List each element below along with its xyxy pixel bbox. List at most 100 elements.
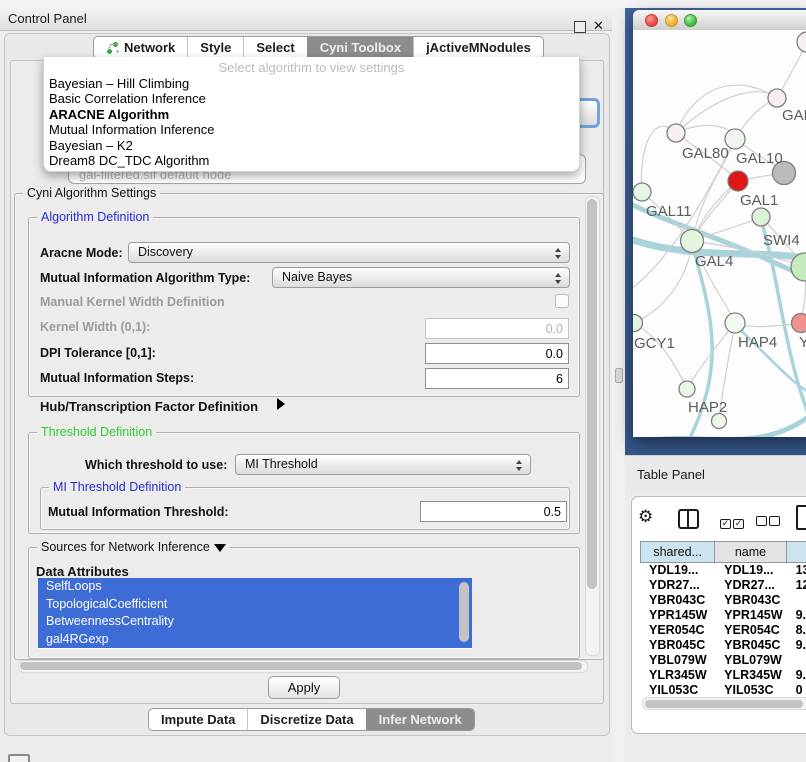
minimize-window-icon[interactable] (665, 14, 678, 27)
table-cell: 0 (787, 683, 806, 696)
attribute-item[interactable]: BetweennessCentrality (38, 613, 472, 631)
expand-right-icon[interactable] (277, 398, 285, 410)
tab-infer-network[interactable]: Infer Network (366, 709, 474, 730)
divider-gripper[interactable] (615, 368, 623, 383)
settings-horizontal-scrollbar-thumb[interactable] (20, 662, 582, 670)
mi-threshold-label: Mutual Information Threshold: (48, 505, 229, 519)
network-node[interactable] (797, 32, 806, 52)
deselect-all-checkboxes-icon[interactable] (756, 514, 782, 529)
table-cell: 12 (787, 578, 806, 593)
table-row[interactable]: YDR27...YDR27...12 (640, 578, 806, 593)
gear-icon[interactable] (638, 507, 653, 527)
network-canvas[interactable]: GALGAL80GAL10GAL1GAL11SWI4GAL4GCY1HAP4YH… (633, 30, 806, 437)
algorithm-option[interactable]: Dream8 DC_TDC Algorithm (44, 153, 579, 168)
dpi-tolerance-label: DPI Tolerance [0,1]: (40, 346, 156, 360)
aracne-mode-combo[interactable]: Discovery (128, 242, 570, 263)
mi-algorithm-type-combo[interactable]: Naive Bayes (272, 267, 570, 288)
application-root: Control Panel ✕ NetworkStyleSelectCyni T… (0, 0, 806, 762)
node-label-gal1: GAL1 (740, 192, 778, 209)
table-row[interactable]: YBR043CYBR043C (640, 593, 806, 608)
table-body: YDL19...YDL19...13YDR27...YDR27...12YBR0… (640, 563, 806, 696)
tab-style[interactable]: Style (187, 37, 243, 58)
control-panel-title: Control Panel (8, 11, 87, 26)
minimized-panel-icon[interactable] (8, 754, 30, 762)
attribute-item[interactable]: SelfLoops (38, 578, 472, 596)
network-node-gal1[interactable] (728, 171, 748, 191)
network-node-gal80[interactable] (667, 124, 685, 142)
export-table-icon[interactable] (796, 505, 806, 530)
close-window-icon[interactable] (645, 14, 658, 27)
table-row[interactable]: YBR045CYBR045C9. (640, 638, 806, 653)
attribute-item[interactable]: gal4RGexp (38, 631, 472, 649)
table-row[interactable]: YLR345WYLR345W9. (640, 668, 806, 683)
table-card: ✓✓ shared...nameAYDL19...YDL19...13YDR27… (631, 496, 806, 734)
table-row[interactable]: YPR145WYPR145W9. (640, 608, 806, 623)
combo-stepper-icon (555, 247, 562, 260)
algorithm-option[interactable]: Mutual Information Inference (44, 122, 579, 137)
select-all-checkboxes-icon[interactable]: ✓✓ (720, 514, 746, 529)
algorithm-option[interactable]: ARACNE Algorithm (44, 107, 579, 122)
kernel-width-label: Kernel Width (0,1): (40, 320, 150, 334)
mi-steps-field[interactable]: 6 (425, 368, 569, 389)
close-panel-icon[interactable]: ✕ (593, 18, 604, 34)
network-node-gcy1[interactable] (633, 315, 643, 332)
mi-threshold-field[interactable]: 0.5 (420, 501, 567, 522)
table-cell: YLR345W (715, 668, 786, 683)
tab-discretize-data[interactable]: Discretize Data (247, 709, 365, 730)
manual-kernel-checkbox[interactable] (555, 294, 569, 308)
network-window-titlebar[interactable] (633, 10, 806, 31)
node-table[interactable]: shared...nameAYDL19...YDL19...13YDR27...… (640, 541, 806, 696)
threshold-definition-title: Threshold Definition (37, 425, 156, 439)
algorithm-option[interactable]: Bayesian – K2 (44, 138, 579, 153)
hub-definition-label[interactable]: Hub/Transcription Factor Definition (40, 399, 258, 414)
tab-impute-data[interactable]: Impute Data (149, 709, 247, 730)
algorithm-option[interactable]: Basic Correlation Inference (44, 91, 579, 106)
network-node-y[interactable] (792, 314, 806, 333)
attr-list-scrollbar[interactable] (459, 582, 469, 642)
table-horizontal-scrollbar[interactable] (642, 697, 806, 710)
data-attributes-list[interactable]: SelfLoopsTopologicalCoefficientBetweenne… (38, 578, 472, 649)
zoom-window-icon[interactable] (684, 14, 697, 27)
algorithm-option[interactable]: Bayesian – Hill Climbing (44, 76, 579, 91)
table-horizontal-scrollbar-thumb[interactable] (645, 700, 803, 708)
table-row[interactable]: YIL053CYIL053C0 (640, 683, 806, 696)
table-cell: YDL19... (640, 563, 715, 578)
network-node-hap2[interactable] (679, 381, 695, 397)
tab-cyni-toolbox[interactable]: Cyni Toolbox (307, 37, 413, 58)
tab-network[interactable]: Network (94, 37, 187, 58)
which-threshold-combo[interactable]: MI Threshold (235, 454, 531, 475)
kernel-width-field[interactable]: 0.0 (425, 318, 569, 339)
network-node-swi4[interactable] (752, 208, 770, 226)
table-cell: YBL079W (715, 653, 786, 668)
node-label-swi4: SWI4 (763, 232, 800, 249)
table-row[interactable]: YER054CYER054C8. (640, 623, 806, 638)
split-divider[interactable] (612, 8, 625, 762)
table-column-header[interactable]: A (787, 541, 806, 563)
attribute-item[interactable]: TopologicalCoefficient (38, 596, 472, 614)
tab-jactivemnodules[interactable]: jActiveMNodules (413, 37, 543, 58)
algorithm-dropdown-list: Select algorithm to view settings Bayesi… (43, 57, 580, 172)
bottom-tab-bar: Impute DataDiscretize DataInfer Network (148, 708, 475, 731)
table-cell: 9. (787, 638, 806, 653)
network-node-hap4[interactable] (725, 313, 745, 333)
table-cell: 9. (787, 668, 806, 683)
table-row[interactable]: YDL19...YDL19...13 (640, 563, 806, 578)
table-cell: 8. (787, 623, 806, 638)
dpi-tolerance-field[interactable]: 0.0 (425, 343, 569, 364)
collapse-down-icon[interactable] (214, 544, 226, 552)
table-column-header[interactable]: shared... (640, 541, 715, 563)
table-column-header[interactable]: name (715, 541, 786, 563)
table-cell (787, 653, 806, 668)
network-node-gal4[interactable] (681, 230, 704, 253)
which-threshold-label: Which threshold to use: (85, 458, 227, 472)
apply-button[interactable]: Apply (268, 676, 340, 699)
table-cell: 9. (787, 608, 806, 623)
tab-select[interactable]: Select (243, 37, 306, 58)
network-node-gal[interactable] (768, 89, 786, 107)
table-row[interactable]: YBL079WYBL079W (640, 653, 806, 668)
table-cell: 13 (787, 563, 806, 578)
network-node-gal11[interactable] (633, 183, 651, 201)
settings-vertical-scrollbar-thumb[interactable] (587, 199, 597, 589)
float-panel-icon[interactable] (574, 21, 586, 33)
columns-icon[interactable] (678, 509, 699, 529)
